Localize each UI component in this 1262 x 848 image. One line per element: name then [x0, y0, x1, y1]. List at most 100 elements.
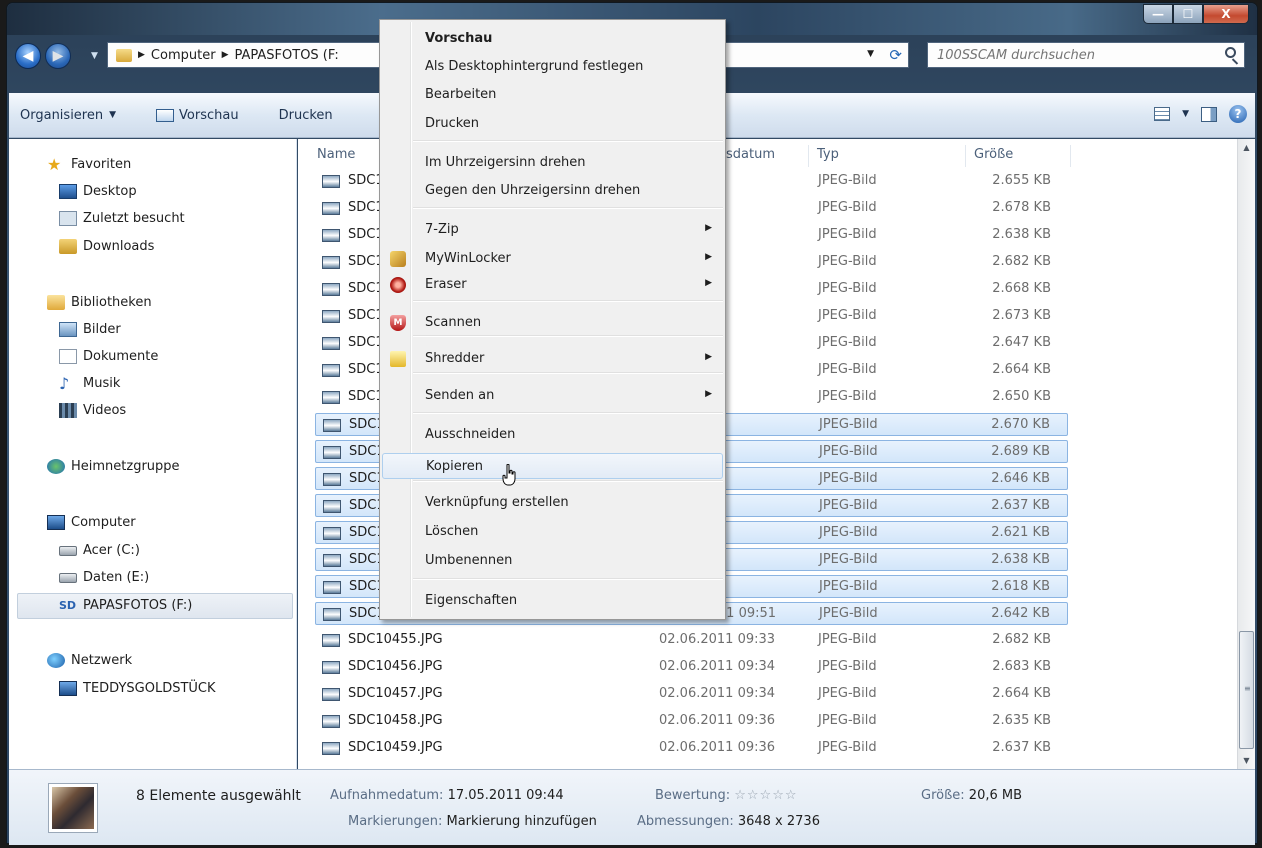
- forward-button[interactable]: ▶: [45, 43, 71, 69]
- preview-pane-icon[interactable]: [1201, 106, 1217, 122]
- shredder-icon: [390, 351, 406, 367]
- nav-computer[interactable]: Computer: [47, 515, 136, 530]
- dimensions-label: Abmessungen:: [637, 814, 734, 829]
- column-header-date[interactable]: sdatum: [726, 147, 775, 162]
- search-input[interactable]: [928, 43, 1198, 67]
- print-label: Drucken: [278, 107, 333, 123]
- menu-item-bearbeiten[interactable]: Bearbeiten: [382, 82, 723, 108]
- menu-item-7-zip[interactable]: 7-Zip ▶: [382, 217, 723, 243]
- minimize-button[interactable]: —: [1143, 4, 1173, 24]
- menu-item-kopieren[interactable]: Kopieren: [382, 453, 723, 479]
- column-divider[interactable]: [808, 145, 809, 167]
- change-view-icon[interactable]: [1154, 107, 1171, 121]
- capture-date-label: Aufnahmedatum:: [330, 788, 444, 803]
- table-row[interactable]: SDC10458.JPG 02.06.2011 09:36 JPEG-Bild 2.6…: [315, 710, 1068, 733]
- nav-item-desktop[interactable]: Desktop: [59, 184, 137, 199]
- nav-item-music[interactable]: ♪ Musik: [59, 376, 120, 392]
- nav-item-network-pc[interactable]: TEDDYSGOLDSTÜCK: [59, 681, 216, 696]
- column-divider[interactable]: [965, 145, 966, 167]
- nav-label: Dokumente: [83, 349, 159, 364]
- eraser-icon: [390, 277, 406, 293]
- breadcrumb-computer[interactable]: Computer: [151, 48, 216, 63]
- help-icon[interactable]: ?: [1229, 105, 1247, 123]
- column-header-name[interactable]: Name: [317, 147, 355, 162]
- breadcrumb-drive[interactable]: PAPASFOTOS (F:: [234, 48, 338, 63]
- caption-buttons: — ☐ X: [1143, 4, 1249, 24]
- nav-item-recent[interactable]: Zuletzt besucht: [59, 211, 185, 226]
- menu-item-als-desktophintergrund-festlegen[interactable]: Als Desktophintergrund festlegen: [382, 54, 723, 80]
- nav-item-videos[interactable]: Videos: [59, 403, 126, 418]
- chevron-right-icon[interactable]: ▶: [138, 50, 145, 60]
- vertical-scrollbar[interactable]: ▲ ≡ ▼: [1237, 139, 1255, 769]
- menu-item-l-schen[interactable]: Löschen: [382, 519, 723, 545]
- menu-separator: [413, 480, 723, 482]
- file-size: 2.650 KB: [992, 389, 1051, 404]
- table-row[interactable]: SDC10457.JPG 02.06.2011 09:34 JPEG-Bild 2.6…: [315, 683, 1068, 706]
- preview-button[interactable]: Vorschau: [145, 108, 250, 123]
- search-icon[interactable]: [1225, 47, 1236, 58]
- image-file-icon: [323, 473, 341, 486]
- capture-date: Aufnahmedatum: 17.05.2011 09:44: [330, 788, 564, 803]
- file-name: SDC10458.JPG: [348, 713, 443, 728]
- menu-item-label: Kopieren: [426, 459, 483, 474]
- file-size: 2.670 KB: [991, 417, 1050, 432]
- column-divider[interactable]: [1070, 145, 1071, 167]
- menu-item-im-uhrzeigersinn-drehen[interactable]: Im Uhrzeigersinn drehen: [382, 150, 723, 176]
- menu-separator: [413, 412, 723, 414]
- nav-network[interactable]: Netzwerk: [47, 653, 132, 668]
- nav-favorites[interactable]: ★ Favoriten: [47, 157, 131, 173]
- menu-item-mywinlocker[interactable]: MyWinLocker ▶: [382, 246, 723, 272]
- nav-libraries[interactable]: Bibliotheken: [47, 295, 152, 310]
- menu-item-ausschneiden[interactable]: Ausschneiden: [382, 422, 723, 448]
- tags-value[interactable]: Markierung hinzufügen: [447, 814, 597, 829]
- nav-item-drive-e[interactable]: Daten (E:): [59, 570, 149, 585]
- search-box[interactable]: [927, 42, 1245, 68]
- column-header-type[interactable]: Typ: [817, 147, 839, 162]
- menu-item-verkn-pfung-erstellen[interactable]: Verknüpfung erstellen: [382, 490, 723, 516]
- menu-item-vorschau[interactable]: Vorschau: [382, 26, 723, 52]
- close-button[interactable]: X: [1203, 4, 1249, 24]
- submenu-arrow-icon: ▶: [705, 252, 712, 262]
- nav-item-drive-f[interactable]: SD PAPASFOTOS (F:): [59, 598, 192, 613]
- menu-item-shredder[interactable]: Shredder ▶: [382, 346, 723, 372]
- nav-item-drive-c[interactable]: Acer (C:): [59, 543, 140, 558]
- maximize-button[interactable]: ☐: [1173, 4, 1203, 24]
- nav-item-pictures[interactable]: Bilder: [59, 322, 121, 337]
- total-size: Größe: 20,6 MB: [921, 788, 1022, 803]
- menu-separator: [413, 207, 723, 209]
- nav-homegroup[interactable]: Heimnetzgruppe: [47, 459, 180, 474]
- nav-item-documents[interactable]: Dokumente: [59, 349, 158, 364]
- table-row[interactable]: SDC10456.JPG 02.06.2011 09:34 JPEG-Bild 2.6…: [315, 656, 1068, 679]
- rating-stars-icon[interactable]: ☆☆☆☆☆: [734, 788, 797, 803]
- refresh-icon[interactable]: ⟳: [889, 46, 902, 64]
- menu-item-gegen-den-uhrzeigersinn-drehen[interactable]: Gegen den Uhrzeigersinn drehen: [382, 178, 723, 204]
- table-row[interactable]: SDC10459.JPG 02.06.2011 09:36 JPEG-Bild 2.6…: [315, 737, 1068, 760]
- menu-item-eigenschaften[interactable]: Eigenschaften: [382, 588, 723, 614]
- address-dropdown-icon[interactable]: ▼: [867, 49, 874, 59]
- file-size: 2.642 KB: [991, 606, 1050, 621]
- menu-item-senden-an[interactable]: Senden an ▶: [382, 383, 723, 409]
- print-button[interactable]: Drucken: [268, 108, 344, 123]
- file-name: SDC10455.JPG: [348, 632, 443, 647]
- organize-button[interactable]: Organisieren ▼: [9, 108, 127, 123]
- back-button[interactable]: ◀: [15, 43, 41, 69]
- scroll-down-arrow-icon[interactable]: ▼: [1238, 752, 1255, 769]
- chevron-right-icon[interactable]: ▶: [222, 50, 229, 60]
- nav-item-downloads[interactable]: Downloads: [59, 239, 154, 254]
- chevron-down-icon[interactable]: ▼: [1182, 109, 1189, 119]
- capture-date-value[interactable]: 17.05.2011 09:44: [448, 788, 564, 803]
- menu-item-scannen[interactable]: M Scannen: [382, 310, 723, 336]
- file-date: 02.06.2011 09:36: [659, 740, 776, 755]
- menu-item-umbenennen[interactable]: Umbenennen: [382, 548, 723, 574]
- recent-pages-dropdown[interactable]: ▼: [91, 51, 98, 61]
- file-type: JPEG-Bild: [818, 632, 877, 647]
- preview-icon: [156, 108, 175, 122]
- tags: Markierungen: Markierung hinzufügen: [348, 814, 597, 829]
- menu-item-eraser[interactable]: Eraser ▶: [382, 272, 723, 298]
- scroll-thumb[interactable]: ≡: [1239, 631, 1254, 749]
- image-file-icon: [323, 554, 341, 567]
- menu-item-drucken[interactable]: Drucken: [382, 111, 723, 137]
- scroll-up-arrow-icon[interactable]: ▲: [1238, 139, 1255, 156]
- column-header-size[interactable]: Größe: [974, 147, 1013, 162]
- table-row[interactable]: SDC10455.JPG 02.06.2011 09:33 JPEG-Bild 2.6…: [315, 629, 1068, 652]
